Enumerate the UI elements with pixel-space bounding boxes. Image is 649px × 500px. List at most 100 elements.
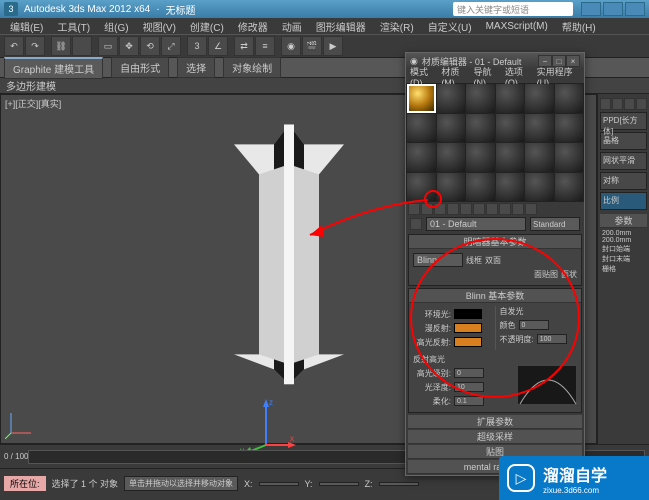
shader-select[interactable]: Blinn [413,253,463,267]
material-slot[interactable] [496,84,525,113]
rotate-button[interactable]: ⟲ [140,36,160,56]
unlink-button[interactable] [72,36,92,56]
snap-button[interactable]: 3 [187,36,207,56]
material-slot[interactable] [525,143,554,172]
menu-grapheditor[interactable]: 图形编辑器 [310,19,372,34]
material-slot[interactable] [496,143,525,172]
rollout-supersample[interactable]: 超级采样 [408,430,582,444]
coord-y[interactable] [319,482,359,486]
material-slot[interactable] [437,143,466,172]
material-slot[interactable] [437,114,466,143]
rp-param-cap1[interactable]: 封口始端 [602,244,645,254]
menu-edit[interactable]: 编辑(E) [4,19,49,34]
material-slot[interactable] [407,114,436,143]
menu-help[interactable]: 帮助(H) [556,19,602,34]
shader-rollout-title[interactable]: 明暗器基本参数 [409,235,581,249]
specular-color[interactable] [454,337,482,347]
scale-button[interactable]: ⤢ [161,36,181,56]
ribbon-tab-freeform[interactable]: 自由形式 [111,57,169,78]
opt-2sided[interactable]: 双面 [485,255,501,266]
search-input[interactable]: 键入关键字或短语 [453,2,573,16]
mat-tool-1[interactable] [408,203,420,215]
speclevel-spinner[interactable]: 0 [454,368,484,378]
ribbon-tab-select[interactable]: 选择 [177,57,215,78]
render-button[interactable]: ▶ [323,36,343,56]
mat-tool-10[interactable] [525,203,537,215]
soften-spinner[interactable]: 0.1 [454,396,484,406]
mat-tool-6[interactable] [473,203,485,215]
hierarchy-tab[interactable] [624,98,635,110]
opt-wireframe[interactable]: 线框 [466,255,482,266]
create-tab[interactable] [600,98,611,110]
menu-render[interactable]: 渲染(R) [374,19,420,34]
coord-x[interactable] [259,482,299,486]
basic-rollout-title[interactable]: Blinn 基本参数 [409,289,581,303]
material-slot[interactable] [407,173,436,202]
mat-tool-5[interactable] [460,203,472,215]
selfillum-spinner[interactable]: 0 [519,320,549,330]
material-slot[interactable] [466,173,495,202]
ribbon-tab-graphite[interactable]: Graphite 建模工具 [4,57,103,79]
modify-tab[interactable] [612,98,623,110]
material-slot[interactable] [525,114,554,143]
material-slot[interactable] [466,114,495,143]
coord-z[interactable] [379,482,419,486]
material-slot[interactable] [555,114,584,143]
material-slot[interactable] [466,84,495,113]
menu-customize[interactable]: 自定义(U) [422,19,478,34]
material-slot[interactable] [466,143,495,172]
opacity-spinner[interactable]: 100 [537,334,567,344]
undo-button[interactable]: ↶ [4,36,24,56]
rp-param-grid[interactable]: 栅格 [602,264,645,274]
mat-tool-2[interactable] [421,203,433,215]
material-type-button[interactable]: Standard [530,217,580,231]
menu-maxscript[interactable]: MAXScript(M) [480,21,554,32]
select-button[interactable]: ▭ [98,36,118,56]
ribbon-section-polymodel[interactable]: 多边形建模 [6,78,56,93]
viewport-object[interactable] [189,124,389,387]
opt-faceted[interactable]: 面状 [561,269,577,280]
mirror-button[interactable]: ⇄ [234,36,254,56]
close-button[interactable] [625,2,645,16]
rp-scale[interactable]: 比例 [600,192,647,210]
menu-group[interactable]: 组(G) [98,19,134,34]
align-button[interactable]: ≡ [255,36,275,56]
rp-meshsmooth[interactable]: 网状平滑 [600,152,647,170]
link-button[interactable]: ⛓ [51,36,71,56]
viewport-label[interactable]: [+][正交][真实] [5,97,61,110]
move-button[interactable]: ✥ [119,36,139,56]
mat-tool-7[interactable] [486,203,498,215]
menu-animation[interactable]: 动画 [276,19,308,34]
material-slot-1[interactable] [407,84,436,113]
app-icon[interactable]: 3 [4,2,18,16]
menu-tools[interactable]: 工具(T) [51,19,96,34]
gloss-spinner[interactable]: 10 [454,382,484,392]
material-slot[interactable] [525,84,554,113]
material-slot[interactable] [437,84,466,113]
mat-tool-9[interactable] [512,203,524,215]
material-slot[interactable] [496,114,525,143]
menu-view[interactable]: 视图(V) [137,19,182,34]
mat-tool-8[interactable] [499,203,511,215]
angle-snap-button[interactable]: ∠ [208,36,228,56]
material-slot[interactable] [525,173,554,202]
rp-primitives[interactable]: PPD[长方体] [600,112,647,130]
motion-tab[interactable] [636,98,647,110]
material-name-input[interactable]: 01 - Default [426,217,526,231]
material-slot[interactable] [407,143,436,172]
minimize-button[interactable] [581,2,601,16]
material-editor-window[interactable]: ◉ 材质编辑器 - 01 - Default − □ × 模式(D) 材质(M)… [405,52,585,476]
rp-symmetry[interactable]: 对称 [600,172,647,190]
rp-params-title[interactable]: 参数 [600,214,647,228]
menu-create[interactable]: 创建(C) [184,19,230,34]
material-slot[interactable] [496,173,525,202]
material-slot[interactable] [555,84,584,113]
rp-lattice[interactable]: 晶格 [600,132,647,150]
redo-button[interactable]: ↷ [25,36,45,56]
mat-assign-button[interactable] [434,203,446,215]
material-slot[interactable] [555,143,584,172]
material-editor-button[interactable]: ◉ [281,36,301,56]
material-slot[interactable] [437,173,466,202]
render-setup-button[interactable]: 🎬 [302,36,322,56]
mat-pick-button[interactable] [410,218,422,230]
